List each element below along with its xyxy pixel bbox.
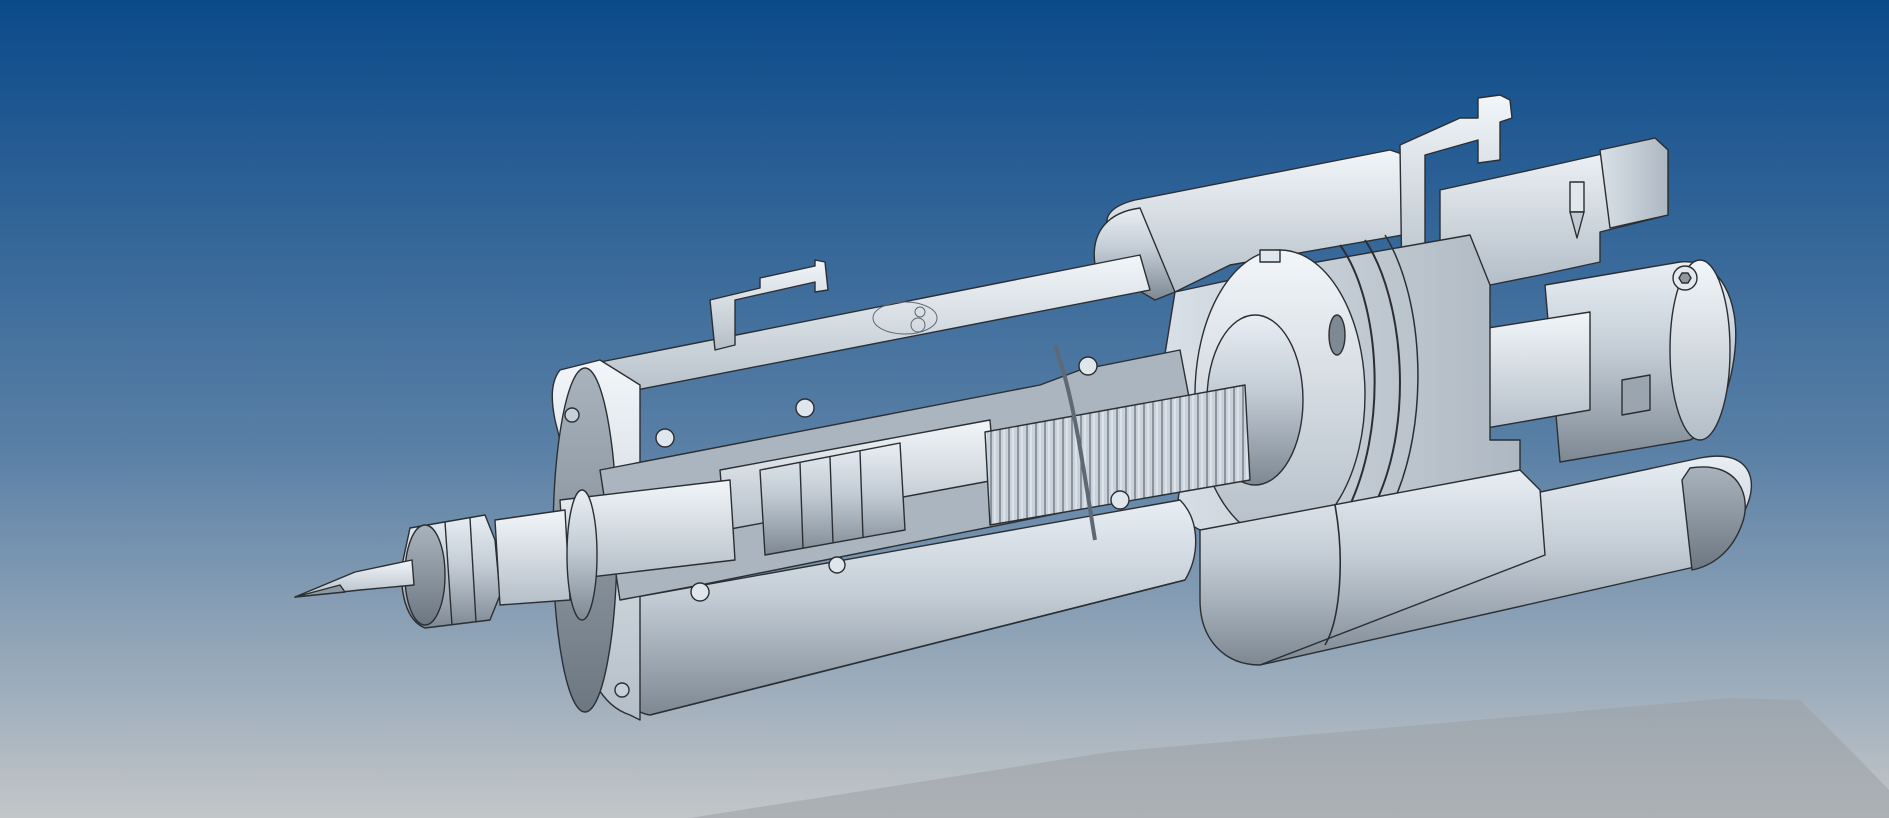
front-screw-1[interactable]	[614, 682, 630, 698]
collet-body[interactable]	[494, 509, 571, 606]
bearing-ball-5[interactable]	[1110, 490, 1130, 510]
coupling-slot	[1621, 374, 1651, 416]
collet-ring[interactable]	[566, 489, 598, 621]
rear-shaft[interactable]	[1474, 311, 1591, 431]
cad-viewport[interactable]	[0, 0, 1889, 818]
bearing-ball-3[interactable]	[1078, 356, 1098, 376]
bearing-ball-4[interactable]	[690, 582, 710, 602]
mounting-block-face[interactable]	[1599, 137, 1669, 229]
model-canvas[interactable]	[0, 0, 1889, 818]
hex-socket-icon	[1678, 272, 1692, 284]
mounting-screw[interactable]	[1569, 181, 1585, 213]
housing-screw[interactable]	[1259, 249, 1281, 263]
bearing-ball-1[interactable]	[655, 428, 675, 448]
front-screw-2[interactable]	[564, 407, 580, 423]
bearing-ball-6[interactable]	[828, 556, 846, 574]
bearing-disk-hole	[1328, 314, 1346, 356]
bearing-ball-2[interactable]	[795, 398, 815, 418]
